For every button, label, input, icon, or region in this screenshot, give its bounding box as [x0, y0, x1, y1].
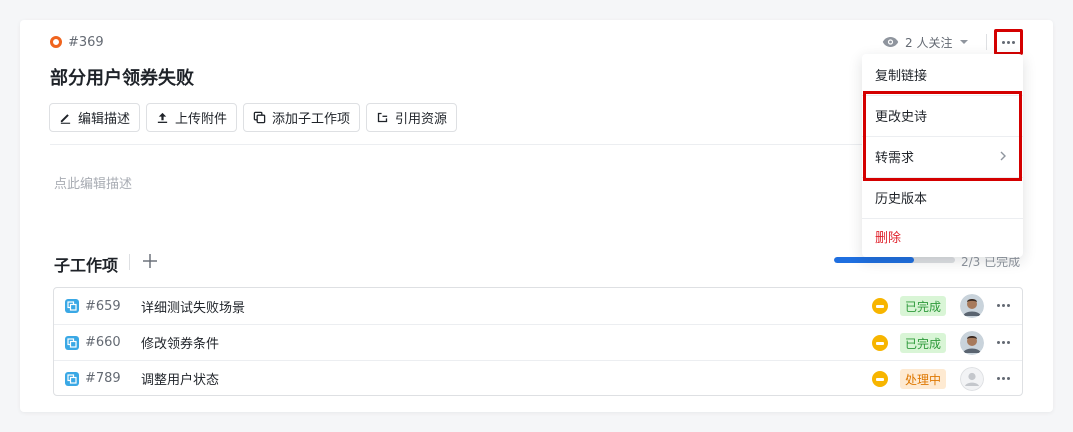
issue-id: #369 [68, 34, 104, 50]
row-more-icon[interactable] [997, 341, 1010, 344]
add-subtask-label: 添加子工作项 [272, 112, 351, 127]
cite-resource-button[interactable]: 引用资源 [366, 103, 458, 132]
status-ring-icon[interactable] [50, 36, 62, 48]
avatar[interactable] [960, 331, 984, 355]
subtasks-progress-bar [834, 257, 955, 263]
add-subtask-plus-icon[interactable] [142, 252, 158, 270]
more-dots-icon [1002, 40, 1015, 44]
row-more-icon[interactable] [997, 377, 1010, 380]
menu-item-copy-link[interactable]: 复制链接 [862, 54, 1023, 95]
priority-medium-icon[interactable] [872, 335, 888, 351]
watchers-button[interactable]: 2 人关注 [882, 34, 969, 50]
more-actions-button[interactable] [994, 29, 1023, 55]
upload-attachment-button[interactable]: 上传附件 [146, 103, 238, 132]
subtasks-title: 子工作项 [54, 256, 119, 275]
priority-medium-icon[interactable] [872, 371, 888, 387]
subtasks-progress-fill [834, 257, 914, 263]
issue-title[interactable]: 部分用户领券失败 [50, 64, 194, 90]
status-badge[interactable]: 处理中 [900, 369, 947, 389]
subtask-title[interactable]: 详细测试失败场景 [141, 297, 245, 316]
eye-icon [882, 37, 899, 47]
upload-icon [157, 112, 168, 123]
edit-description-button[interactable]: 编辑描述 [49, 103, 141, 132]
subtask-title[interactable]: 调整用户状态 [141, 369, 219, 388]
priority-medium-icon[interactable] [872, 298, 888, 314]
menu-item-change-epic[interactable]: 更改史诗 [862, 95, 1023, 136]
chevron-right-icon [1000, 151, 1006, 161]
cite-icon [377, 112, 388, 123]
table-row[interactable]: #659 详细测试失败场景 已完成 [54, 288, 1022, 324]
row-more-icon[interactable] [997, 304, 1010, 307]
description-toolbar: 编辑描述 上传附件 添加子工作项 引用资源 [49, 103, 458, 132]
issue-id-row: #369 [50, 34, 104, 50]
upload-attachment-label: 上传附件 [175, 112, 228, 127]
caret-down-icon [960, 40, 969, 44]
subtask-list: #659 详细测试失败场景 已完成 #660 修改领券条件 已完成 #789 调… [53, 287, 1023, 396]
table-row[interactable]: #660 修改领券条件 已完成 [54, 324, 1022, 360]
header-separator [986, 34, 987, 50]
subtask-id: #659 [85, 298, 121, 314]
add-subtask-button[interactable]: 添加子工作项 [243, 103, 361, 132]
more-actions-menu: 复制链接 更改史诗 转需求 历史版本 删除 [862, 54, 1023, 257]
table-row[interactable]: #789 调整用户状态 处理中 [54, 360, 1022, 396]
watchers-count: 2 人关注 [905, 35, 953, 50]
menu-item-to-requirement[interactable]: 转需求 [862, 136, 1023, 177]
menu-item-to-requirement-label: 转需求 [875, 151, 915, 166]
pencil-icon [60, 114, 71, 124]
status-badge[interactable]: 已完成 [900, 296, 947, 316]
description-placeholder[interactable]: 点此编辑描述 [54, 173, 132, 192]
subtasks-separator [129, 254, 130, 270]
status-badge[interactable]: 已完成 [900, 333, 947, 353]
menu-item-delete[interactable]: 删除 [862, 216, 1023, 257]
subtask-type-icon [65, 299, 79, 313]
empty-avatar[interactable] [960, 367, 984, 391]
avatar[interactable] [960, 294, 984, 318]
subtask-title[interactable]: 修改领券条件 [141, 333, 219, 352]
menu-item-history[interactable]: 历史版本 [862, 177, 1023, 218]
subtask-id: #789 [85, 371, 121, 386]
subtask-id: #660 [85, 335, 121, 350]
subtask-icon [253, 111, 266, 124]
subtask-type-icon [65, 372, 79, 386]
cite-resource-label: 引用资源 [395, 112, 448, 127]
edit-description-label: 编辑描述 [78, 112, 131, 127]
issue-card: #369 部分用户领券失败 编辑描述 上传附件 添加子工作项 引用资源 点此编辑… [20, 20, 1053, 412]
subtask-type-icon [65, 336, 79, 350]
